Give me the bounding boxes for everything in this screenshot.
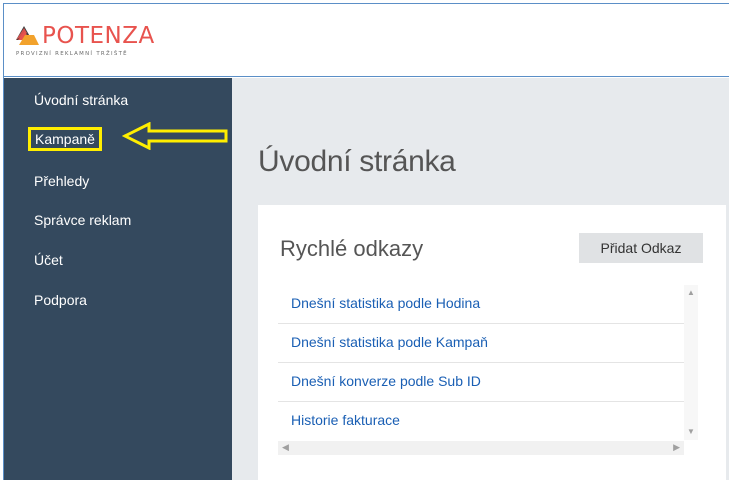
sidebar-item-account[interactable]: Účet (34, 252, 63, 268)
quick-links-card: Rychlé odkazy Přidat Odkaz Dnešní statis… (258, 205, 726, 480)
logo-triangle-icon (16, 26, 39, 45)
quick-links-list[interactable]: Dnešní statistika podle Hodina Dnešní st… (278, 285, 698, 455)
main-content: Úvodní stránka Rychlé odkazy Přidat Odka… (232, 78, 729, 480)
scroll-down-icon[interactable]: ▼ (687, 427, 695, 436)
quick-link-billing-history[interactable]: Historie fakturace (291, 412, 400, 428)
sidebar-item-ad-manager[interactable]: Správce reklam (34, 212, 131, 228)
sidebar-item-support[interactable]: Podpora (34, 292, 87, 308)
sidebar: Úvodní stránka Kampaně Přehledy Správce … (4, 78, 232, 480)
scroll-left-icon[interactable]: ◀ (282, 442, 289, 453)
sidebar-item-campaigns[interactable]: Kampaně (28, 127, 102, 151)
list-item: Dnešní statistika podle Hodina (278, 285, 684, 324)
logo-wordmark: POTENZA (42, 23, 155, 49)
quick-link-campaign-stats[interactable]: Dnešní statistika podle Kampaň (291, 334, 488, 350)
list-item: Dnešní statistika podle Kampaň (278, 324, 684, 363)
potenza-logo[interactable]: POTENZA PROVIZNÍ REKLAMNÍ TRŽIŠTĚ (15, 23, 195, 57)
quick-links-title: Rychlé odkazy (280, 236, 424, 261)
scroll-right-icon[interactable]: ▶ (673, 442, 680, 453)
sidebar-item-reports[interactable]: Přehledy (34, 173, 89, 189)
app-frame: POTENZA PROVIZNÍ REKLAMNÍ TRŽIŠTĚ Úvodní… (3, 3, 729, 480)
list-item: Historie fakturace (278, 402, 684, 441)
page-title: Úvodní stránka (258, 145, 456, 178)
sidebar-item-home[interactable]: Úvodní stránka (34, 92, 128, 108)
quick-link-hourly-stats[interactable]: Dnešní statistika podle Hodina (291, 295, 480, 311)
scroll-up-icon[interactable]: ▲ (687, 288, 695, 297)
header: POTENZA PROVIZNÍ REKLAMNÍ TRŽIŠTĚ (4, 4, 729, 77)
vertical-scrollbar[interactable]: ▲ ▼ (684, 285, 698, 440)
list-item: Dnešní konverze podle Sub ID (278, 363, 684, 402)
highlight-arrow-icon (122, 122, 228, 150)
logo-tagline: PROVIZNÍ REKLAMNÍ TRŽIŠTĚ (16, 51, 128, 57)
horizontal-scrollbar[interactable]: ◀ ▶ (278, 441, 684, 455)
quick-link-subid-conversions[interactable]: Dnešní konverze podle Sub ID (291, 373, 481, 389)
add-link-button[interactable]: Přidat Odkaz (579, 233, 703, 263)
